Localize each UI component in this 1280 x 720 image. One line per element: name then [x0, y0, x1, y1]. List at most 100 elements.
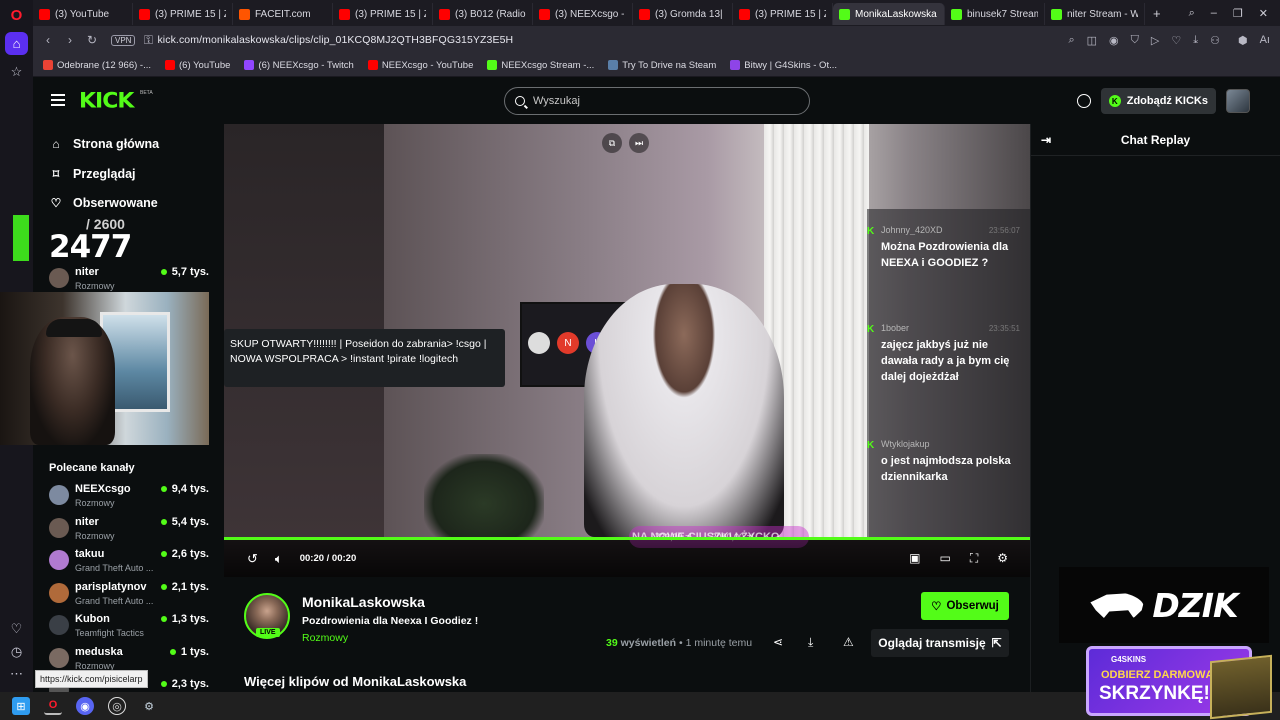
- bookmark[interactable]: (6) YouTube: [165, 60, 230, 71]
- volume-icon[interactable]: 🔈︎: [275, 551, 283, 567]
- url-field[interactable]: kick.com/monikalaskowska/clips/clip_01KC…: [157, 34, 513, 46]
- follow-button[interactable]: ♡ Obserwuj: [921, 592, 1009, 620]
- profile-icon[interactable]: ⚇: [1210, 34, 1220, 47]
- bookmark[interactable]: Bitwy | G4Skins - Ot...: [730, 60, 837, 71]
- recommended-channel[interactable]: parisplatynov Grand Theft Auto ... 2,1 tys…: [49, 581, 209, 611]
- tab[interactable]: (3) Gromda 13| Dom: [633, 3, 733, 25]
- recommended-channel[interactable]: niter Rozmowy 5,4 tys.: [49, 516, 209, 546]
- viewer-count: 2,3 tys.: [160, 678, 209, 690]
- bookmark-favicon-icon: [43, 60, 53, 70]
- windows-start-icon[interactable]: ⊞: [12, 697, 30, 715]
- search-box[interactable]: [504, 87, 810, 115]
- heart-icon[interactable]: ♡: [5, 617, 28, 640]
- forward-icon[interactable]: ›: [59, 33, 81, 47]
- report-icon[interactable]: ⚠: [843, 635, 854, 649]
- download-icon[interactable]: ⤓: [1193, 34, 1198, 47]
- more-icon[interactable]: ⋯: [5, 662, 28, 685]
- obs-icon[interactable]: ◎: [108, 697, 126, 715]
- view-count: 39: [606, 637, 618, 649]
- search-tabs-icon[interactable]: ⌕: [1189, 7, 1195, 20]
- camera-icon[interactable]: ◉: [1109, 34, 1119, 47]
- search-icon: [515, 96, 525, 106]
- speed-dial-icon[interactable]: ⌂: [5, 32, 28, 55]
- crate-icon: [1210, 654, 1272, 720]
- shield-icon[interactable]: ⛉: [1131, 34, 1139, 47]
- streamer-name[interactable]: MonikaLaskowska: [302, 594, 425, 610]
- watch-stream-button[interactable]: Oglądaj transmisję ⇱: [871, 629, 1009, 657]
- nav-browse-label: Przeglądaj: [73, 167, 136, 181]
- view-label: wyświetleń: [620, 637, 677, 649]
- tab[interactable]: (3) YouTube: [33, 3, 133, 25]
- search-input[interactable]: [533, 95, 783, 107]
- bookmark[interactable]: NEEXcsgo - YouTube: [367, 60, 473, 71]
- tab[interactable]: (3) B012 (Radio Ed: [433, 3, 533, 25]
- bookmark-favicon-icon: [487, 60, 498, 70]
- bookmark[interactable]: (6) NEEXcsgo - Twitch: [244, 60, 354, 71]
- reload-icon[interactable]: ↻: [81, 33, 103, 47]
- menu-icon[interactable]: [51, 94, 65, 106]
- overlay-time: 23:35:51: [988, 324, 1020, 333]
- opera-logo-icon[interactable]: O: [5, 4, 28, 27]
- nav-home[interactable]: ⌂ Strona główna: [49, 137, 159, 151]
- next-icon[interactable]: ⏭: [629, 133, 649, 153]
- vpn-badge[interactable]: VPN: [111, 34, 136, 46]
- maximize-icon[interactable]: ❐: [1233, 7, 1243, 20]
- tab[interactable]: MonikaLaskowska - Watc: [833, 3, 945, 25]
- recommended-title: Polecane kanały: [49, 462, 135, 474]
- tab-favicon-icon: [439, 8, 450, 20]
- settings-icon[interactable]: ⚙: [997, 551, 1008, 566]
- discord-icon[interactable]: ◉: [76, 697, 94, 715]
- fullscreen-icon[interactable]: ⛶: [970, 551, 978, 566]
- avatar: [49, 485, 69, 505]
- ai-icon[interactable]: Aı: [1260, 34, 1270, 47]
- copy-icon[interactable]: ⧉: [602, 133, 622, 153]
- bookmark-label: Try To Drive na Steam: [622, 59, 717, 71]
- tab-favicon-icon: [139, 8, 150, 20]
- tab-label: niter Stream - Watch: [1067, 8, 1138, 20]
- clip-category[interactable]: Rozmowy: [302, 632, 348, 644]
- download-icon[interactable]: ⤓: [808, 635, 813, 650]
- replay-icon[interactable]: ↺: [247, 551, 258, 567]
- tab[interactable]: niter Stream - Watch: [1045, 3, 1145, 25]
- pip-icon[interactable]: ▣: [909, 551, 920, 566]
- overlay-user: Wtyklojakup: [881, 439, 930, 449]
- new-tab-button[interactable]: +: [1153, 6, 1161, 21]
- recommended-channel[interactable]: NEEXcsgo Rozmowy 9,4 tys.: [49, 483, 209, 513]
- rewards-icon[interactable]: [1076, 94, 1091, 108]
- pinboard-icon[interactable]: ☆: [5, 60, 28, 83]
- tab[interactable]: (3) NEEXcsgo - YouTu: [533, 3, 633, 25]
- extensions-icon[interactable]: ⬢: [1238, 34, 1248, 47]
- close-icon[interactable]: ✕: [1259, 7, 1268, 20]
- minimize-icon[interactable]: –: [1211, 7, 1217, 20]
- tab[interactable]: FACEIT.com: [233, 3, 333, 25]
- bookmark[interactable]: NEEXcsgo Stream -...: [487, 60, 594, 71]
- share-icon[interactable]: ⋖: [773, 635, 783, 649]
- recommended-channel[interactable]: Kubon Teamfight Tactics 1,3 tys.: [49, 613, 209, 643]
- tab[interactable]: (3) PRIME 15 | ZADYM: [733, 3, 833, 25]
- bookmark-label: NEEXcsgo Stream -...: [501, 59, 595, 71]
- tab[interactable]: (3) PRIME 15 | ZADYM: [133, 3, 233, 25]
- steam-icon[interactable]: ⚙: [140, 697, 158, 715]
- collapse-chat-icon[interactable]: ⇥: [1041, 133, 1051, 147]
- nav-browse[interactable]: ⌑ Przeglądaj: [49, 167, 136, 181]
- bookmark-heart-icon[interactable]: ♡: [1171, 34, 1181, 47]
- lock-icon[interactable]: ⚿: [141, 33, 155, 48]
- theater-icon[interactable]: ▭: [939, 551, 950, 566]
- nav-following[interactable]: ♡ Obserwowane: [49, 196, 158, 210]
- bookmark[interactable]: Odebrane (12 966) -...: [43, 60, 151, 71]
- tab[interactable]: binusek7 Stream: [945, 3, 1045, 25]
- play-icon[interactable]: ▷: [1151, 34, 1159, 47]
- search-icon[interactable]: ⌕: [1068, 34, 1074, 47]
- boar-icon: [1090, 593, 1145, 618]
- get-kicks-button[interactable]: K Zdobądź KICKs: [1100, 88, 1216, 114]
- kick-logo[interactable]: KICK: [79, 90, 134, 114]
- user-avatar[interactable]: [1226, 89, 1250, 113]
- history-icon[interactable]: ◷: [5, 640, 28, 663]
- opera-icon[interactable]: O: [44, 697, 62, 715]
- recommended-channel[interactable]: takuu Grand Theft Auto ... 2,6 tys.: [49, 548, 209, 578]
- back-icon[interactable]: ‹: [37, 33, 59, 47]
- tab[interactable]: (3) PRIME 15 | ZADYM: [333, 3, 433, 25]
- bookmark[interactable]: Try To Drive na Steam: [608, 60, 716, 71]
- viewer-count: 5,7 tys.: [160, 266, 209, 278]
- snapshot-icon[interactable]: ◫: [1087, 34, 1097, 47]
